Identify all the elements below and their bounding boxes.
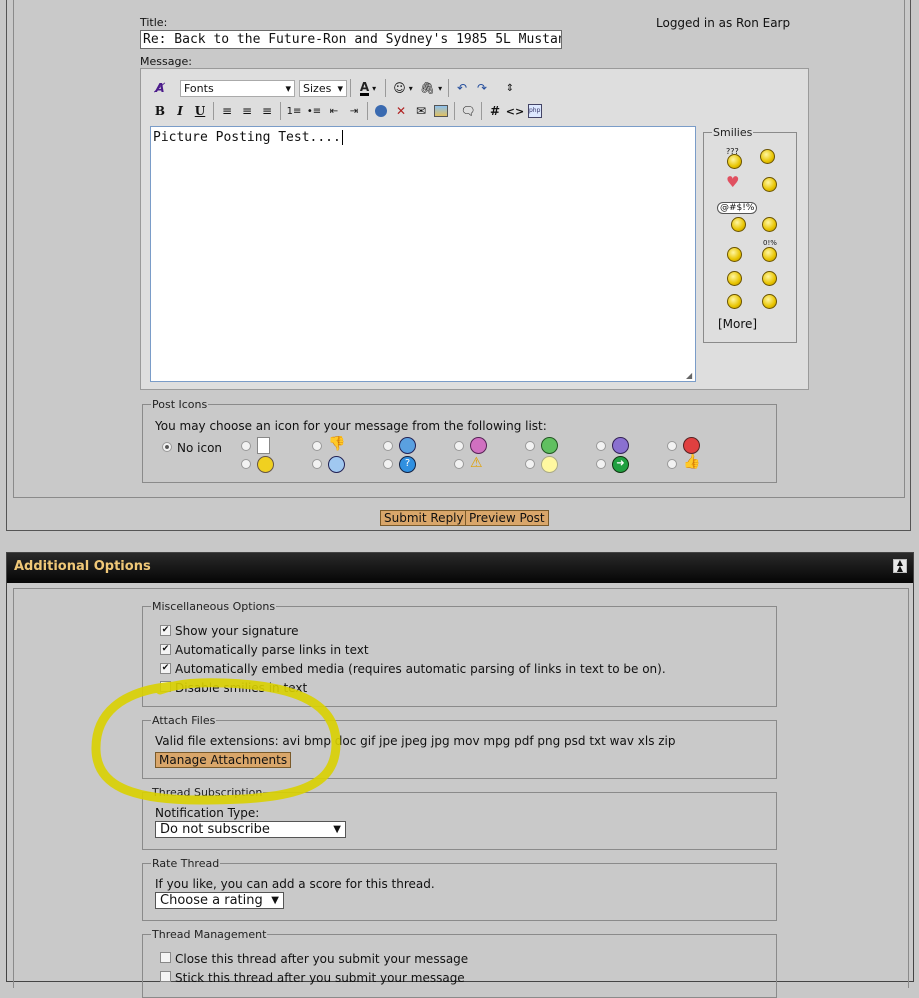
highlight-annotation: [91, 678, 341, 805]
